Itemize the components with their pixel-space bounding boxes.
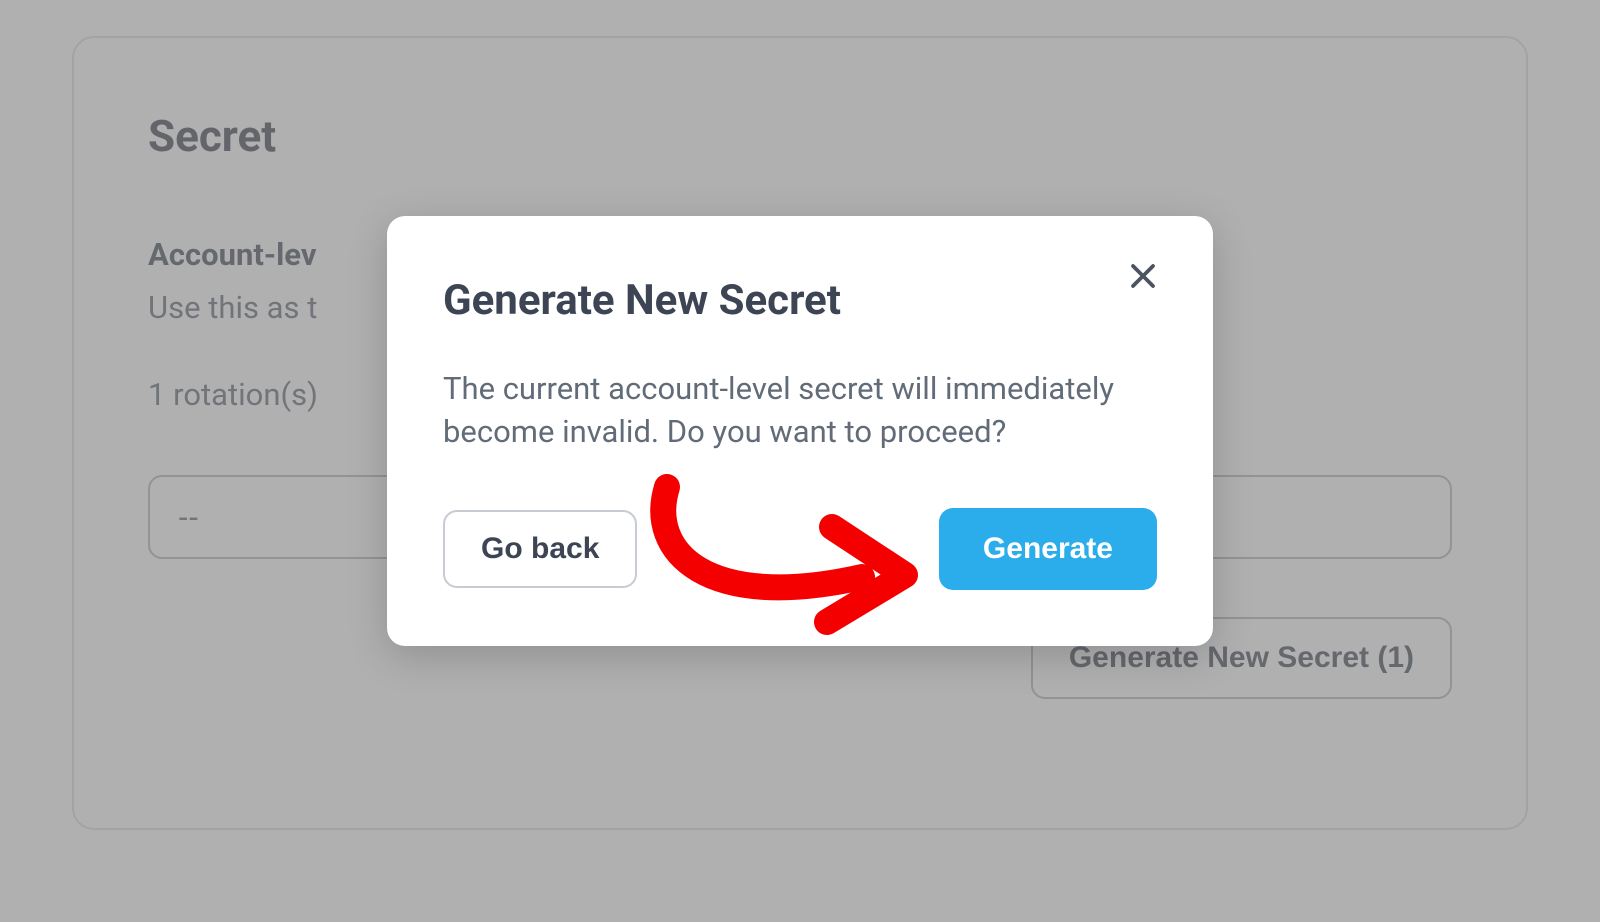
modal-overlay[interactable]: Generate New Secret The current account-… (0, 0, 1600, 922)
modal-body-text: The current account-level secret will im… (443, 367, 1157, 454)
generate-button[interactable]: Generate (939, 508, 1157, 590)
close-icon (1128, 261, 1158, 295)
go-back-button[interactable]: Go back (443, 510, 637, 588)
generate-secret-modal: Generate New Secret The current account-… (387, 216, 1213, 646)
modal-actions: Go back Generate (443, 508, 1157, 590)
close-button[interactable] (1123, 258, 1163, 298)
modal-title: Generate New Secret (443, 276, 1157, 325)
